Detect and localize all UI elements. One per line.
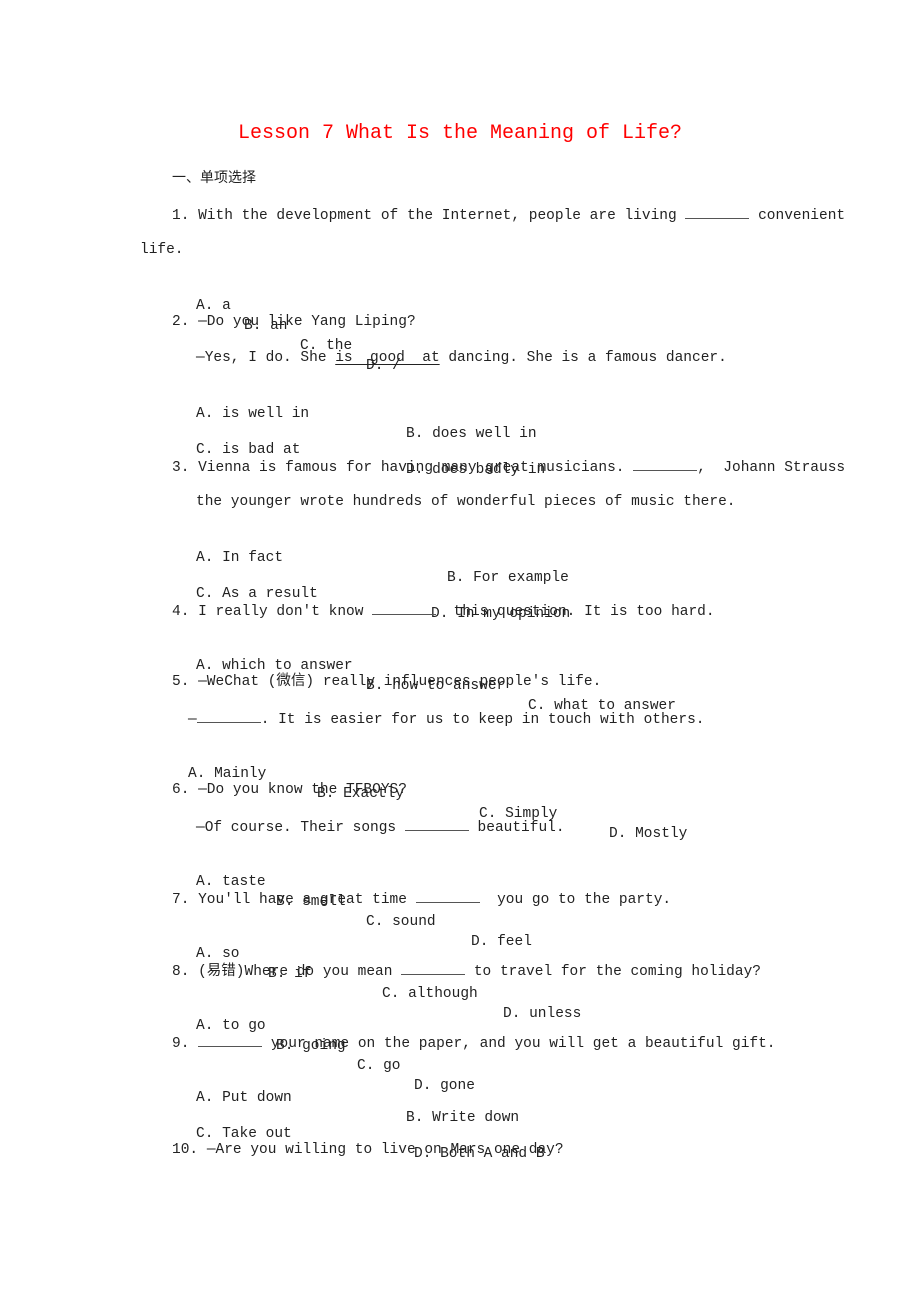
question-text: convenient [758,208,846,224]
question-text: (易错)Where do you mean [198,964,393,980]
answer-blank[interactable] [196,708,261,723]
answer-blank[interactable] [685,204,750,219]
question-text: —WeChat (微信) really influences people's … [198,674,602,690]
option-d[interactable]: D. Mostly [609,824,687,844]
question-text: —Are you willing to live on Mars one day… [206,1142,564,1158]
question-2-line-1: 2. —Do you like Yang Liping? [172,312,416,332]
question-text: , Johann Strauss [697,460,846,476]
question-6-line-1: 6. —Do you know the TFBOYS? [172,780,407,800]
question-text: — [188,712,197,728]
question-text: With the development of the Internet, pe… [198,208,677,224]
question-number: 1. [172,208,190,224]
question-number: 3. [172,460,190,476]
question-number: 9. [172,1036,190,1052]
question-1-options: A. a B. an C. the D. / [0,276,920,396]
question-number: 5. [172,674,190,690]
question-text: dancing. She is a famous dancer. [448,350,727,366]
question-text: —Do you like Yang Liping? [198,314,416,330]
question-text: your name on the paper, and you will get… [270,1036,776,1052]
question-number: 8. [172,964,190,980]
question-4-line-1: 4. I really don't know this question. It… [172,600,715,622]
question-number: 10. [172,1142,199,1158]
question-5-line-2: — . It is easier for us to keep in touch … [188,708,704,730]
question-2-line-2: —Yes, I do. She is good at dancing. She … [196,348,727,368]
question-text: —Do you know the TFBOYS? [198,782,407,798]
document-page: Lesson 7 What Is the Meaning of Life? 一、… [0,0,920,1302]
question-text: beautiful. [477,820,565,836]
question-text: Vienna is famous for having many great m… [198,460,625,476]
underlined-phrase: is good at [335,350,440,366]
answer-blank[interactable] [372,600,437,615]
question-5-options: A. Mainly B. Exactly C. Simply D. Mostly [0,744,920,864]
question-text: —Yes, I do. She [196,350,327,366]
question-text: to travel for the coming holiday? [473,964,761,980]
answer-blank[interactable] [415,888,480,903]
answer-blank[interactable] [401,960,466,975]
question-text: . It is easier for us to keep in touch w… [260,712,705,728]
question-number: 4. [172,604,190,620]
question-7-line-1: 7. You'll have a great time you go to th… [172,888,671,910]
question-text: you go to the party. [497,892,672,908]
question-9-line-1: 9. your name on the paper, and you will … [172,1032,776,1054]
section-heading-text: 一、单项选择 [172,170,256,186]
question-6-line-2: —Of course. Their songs beautiful. [196,816,565,838]
question-text: I really don't know [198,604,364,620]
question-number: 6. [172,782,190,798]
question-1-line-2: life. [140,242,184,258]
question-text: —Of course. Their songs [196,820,397,836]
question-text: You'll have a great time [198,892,407,908]
question-5-line-1: 5. —WeChat (微信) really influences people… [172,672,601,692]
question-number: 2. [172,314,190,330]
question-1-line-1: 1. With the development of the Internet,… [172,204,845,226]
answer-blank[interactable] [198,1032,263,1047]
answer-blank[interactable] [404,816,469,831]
question-text: this question. It is too hard. [453,604,715,620]
question-number: 7. [172,892,190,908]
question-3-line-1: 3. Vienna is famous for having many grea… [172,456,845,478]
question-8-line-1: 8. (易错)Where do you mean to travel for t… [172,960,761,982]
answer-blank[interactable] [633,456,698,471]
section-heading: 一、单项选择 [172,168,256,189]
question-3-line-2: the younger wrote hundreds of wonderful … [196,494,736,510]
lesson-title: Lesson 7 What Is the Meaning of Life? [237,122,683,145]
question-10-line-1: 10. —Are you willing to live on Mars one… [172,1140,564,1160]
